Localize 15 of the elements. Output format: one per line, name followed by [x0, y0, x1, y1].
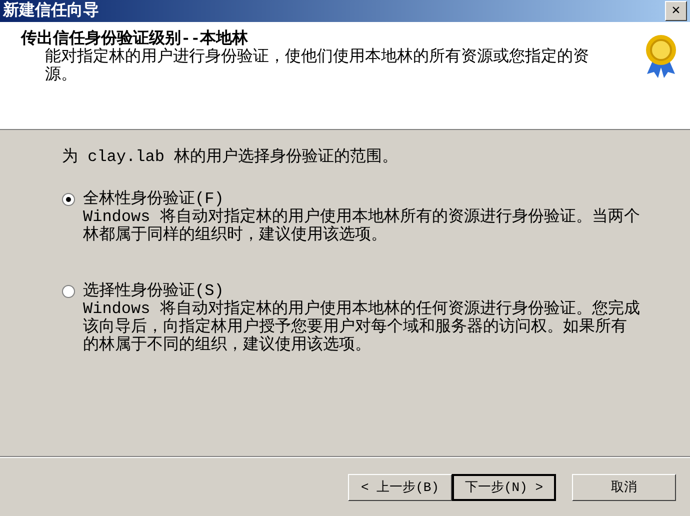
window-title: 新建信任向导 — [3, 1, 99, 21]
close-button[interactable]: ✕ — [665, 1, 687, 21]
award-ribbon-icon — [644, 34, 678, 80]
header-title: 传出信任身份验证级别--本地林 — [21, 30, 250, 48]
option-label[interactable]: 全林性身份验证(F) — [83, 190, 641, 208]
header-description: 能对指定林的用户进行身份验证，使他们使用本地林的所有资源或您指定的资源。 — [45, 48, 590, 84]
option-description: Windows 将自动对指定林的用户使用本地林所有的资源进行身份验证。当两个林都属于同样的组织时，建议使用该选项。 — [83, 208, 641, 244]
option-label[interactable]: 选择性身份验证(S) — [83, 282, 641, 300]
radio-button[interactable] — [62, 285, 75, 298]
radio-button[interactable] — [62, 193, 75, 206]
next-button[interactable]: 下一步(N) > — [452, 474, 556, 501]
prompt-text: 为 clay.lab 林的用户选择身份验证的范围。 — [62, 148, 400, 166]
cancel-button[interactable]: 取消 — [572, 474, 676, 501]
option-description: Windows 将自动对指定林的用户使用本地林的任何资源进行身份验证。您完成该向导后，向指定林用户授予您要用户对每个域和服务器的访问权。如果所有的林属于不同的组织，建议使用该选项。 — [83, 300, 641, 354]
back-button[interactable]: < 上一步(B) — [348, 474, 452, 501]
